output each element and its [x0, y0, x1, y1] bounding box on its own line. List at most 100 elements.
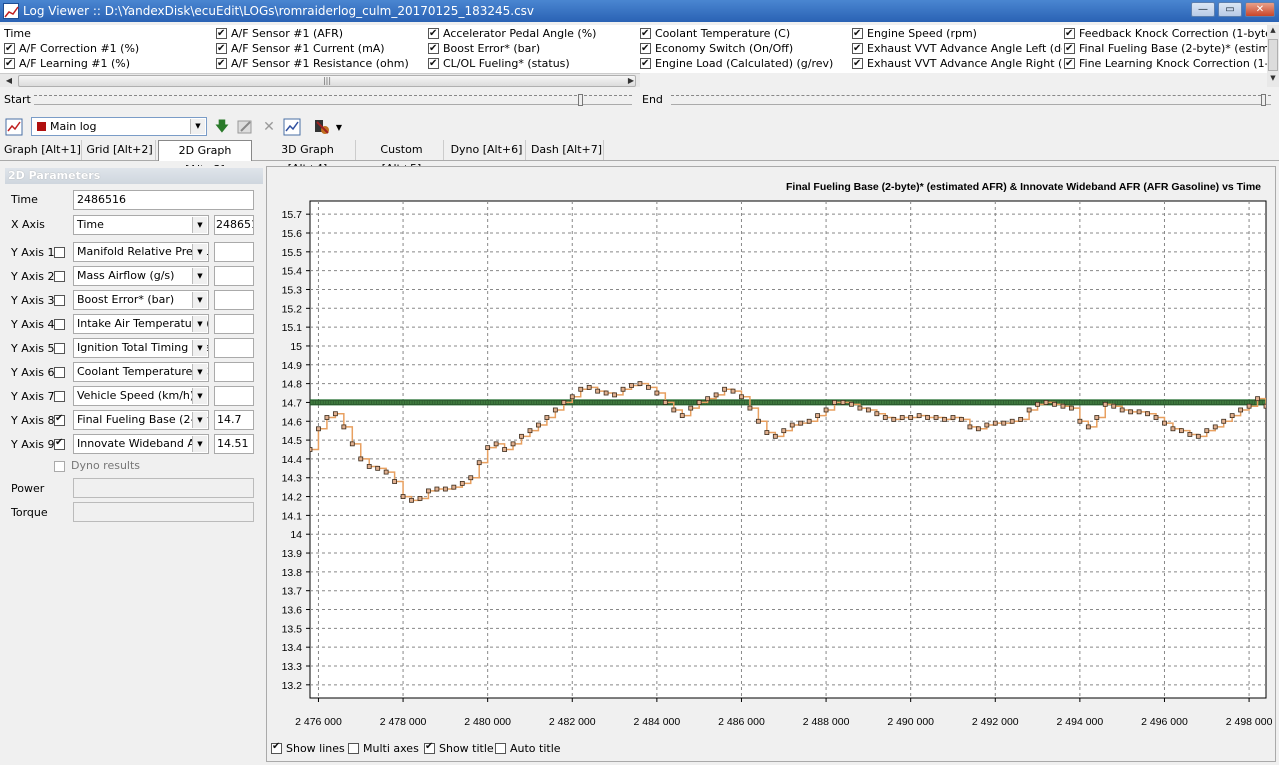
vertical-scroll-thumb[interactable] — [1268, 39, 1278, 71]
download-arrow-icon[interactable]: 🡇 — [213, 118, 231, 136]
option-show-title[interactable]: Show title — [424, 741, 494, 755]
param-engine-speed-rpm[interactable]: Engine Speed (rpm) — [852, 26, 1062, 41]
param-final-fueling-base-2-byte-estimated-af[interactable]: Final Fueling Base (2-byte)* (estimated … — [1064, 41, 1274, 56]
option-checkbox[interactable] — [271, 741, 282, 754]
start-slider[interactable] — [34, 94, 632, 106]
param-accelerator-pedal-angle[interactable]: Accelerator Pedal Angle (%) — [428, 26, 638, 41]
y-axis-checkbox[interactable] — [54, 247, 65, 258]
y-axis-value-field[interactable] — [214, 362, 254, 382]
y-axis-value-field[interactable] — [214, 386, 254, 406]
y-axis-value-field[interactable] — [214, 314, 254, 334]
y-axis-param-select[interactable]: Final Fueling Base (2-byt ▼ — [73, 410, 209, 430]
param-checkbox[interactable] — [216, 56, 227, 71]
scroll-down-arrow-icon[interactable]: ▼ — [1267, 74, 1279, 86]
x-axis-value-field[interactable]: 248651 — [214, 215, 254, 235]
param-checkbox[interactable] — [4, 41, 15, 56]
scroll-up-arrow-icon[interactable]: ▲ — [1267, 26, 1279, 38]
y-axis-param-select[interactable]: Boost Error* (bar) ▼ — [73, 290, 209, 310]
parameter-list-vertical-scrollbar[interactable]: ▲ ▼ — [1267, 25, 1279, 87]
param-cl-ol-fueling-status[interactable]: CL/OL Fueling* (status) — [428, 56, 638, 71]
param-checkbox[interactable] — [852, 26, 863, 41]
y-axis-value-field[interactable] — [214, 242, 254, 262]
add-chart-icon[interactable] — [283, 118, 301, 136]
chevron-down-icon[interactable]: ▼ — [192, 412, 207, 428]
x-axis-select[interactable]: Time ▼ — [73, 215, 209, 235]
param-a-f-sensor-1-afr[interactable]: A/F Sensor #1 (AFR) — [216, 26, 426, 41]
scroll-thumb[interactable]: ||| — [18, 75, 636, 87]
tab-dash-alt-7[interactable]: Dash [Alt+7] — [530, 140, 604, 160]
tab-grid-alt-2[interactable]: Grid [Alt+2] — [84, 140, 156, 160]
param-a-f-learning-1[interactable]: A/F Learning #1 (%) — [4, 56, 214, 71]
param-checkbox[interactable] — [1064, 26, 1075, 41]
y-axis-value-field[interactable]: 14.7 — [214, 410, 254, 430]
param-checkbox[interactable] — [852, 56, 863, 71]
delete-icon[interactable]: ✕ — [260, 118, 278, 136]
param-checkbox[interactable] — [1064, 41, 1075, 56]
param-checkbox[interactable] — [640, 41, 651, 56]
param-checkbox[interactable] — [428, 26, 439, 41]
param-exhaust-vvt-advance-angle-left-degree[interactable]: Exhaust VVT Advance Angle Left (degree — [852, 41, 1062, 56]
end-slider-knob[interactable] — [1261, 94, 1266, 106]
option-auto-title[interactable]: Auto title — [495, 742, 561, 755]
y-axis-value-field[interactable] — [214, 338, 254, 358]
y-axis-param-select[interactable]: Innovate Wideband AFF ▼ — [73, 434, 209, 454]
option-checkbox[interactable] — [348, 743, 359, 754]
param-fine-learning-knock-correction-1-byte[interactable]: Fine Learning Knock Correction (1-byte)* — [1064, 56, 1274, 71]
scroll-right-arrow-icon[interactable]: ▶ — [624, 74, 638, 88]
log-select[interactable]: Main log ▼ — [31, 117, 207, 136]
chevron-down-icon[interactable]: ▼ — [192, 436, 207, 452]
param-a-f-correction-1[interactable]: A/F Correction #1 (%) — [4, 41, 214, 56]
y-axis-param-select[interactable]: Manifold Relative Pressu ▼ — [73, 242, 209, 262]
param-checkbox[interactable] — [1064, 56, 1075, 71]
scroll-left-arrow-icon[interactable]: ◀ — [2, 74, 16, 88]
y-axis-value-field[interactable] — [214, 290, 254, 310]
maximize-button[interactable]: ▭ — [1218, 2, 1242, 17]
chevron-down-icon[interactable]: ▼ — [190, 119, 205, 134]
param-a-f-sensor-1-resistance-ohm[interactable]: A/F Sensor #1 Resistance (ohm) — [216, 56, 426, 71]
param-exhaust-vvt-advance-angle-right-degre[interactable]: Exhaust VVT Advance Angle Right (degre — [852, 56, 1062, 71]
chevron-down-icon[interactable]: ▼ — [192, 340, 207, 356]
start-slider-knob[interactable] — [578, 94, 583, 106]
param-checkbox[interactable] — [216, 26, 227, 41]
param-boost-error-bar[interactable]: Boost Error* (bar) — [428, 41, 638, 56]
end-slider[interactable] — [671, 94, 1271, 106]
param-a-f-sensor-1-current-ma[interactable]: A/F Sensor #1 Current (mA) — [216, 41, 426, 56]
y-axis-value-field[interactable] — [214, 266, 254, 286]
tab-3d-graph-alt-4[interactable]: 3D Graph [Alt+4] — [260, 140, 356, 175]
parameter-list-horizontal-scrollbar[interactable]: ◀ ||| ▶ — [0, 73, 640, 87]
y-axis-param-select[interactable]: Ignition Total Timing (de ▼ — [73, 338, 209, 358]
chevron-down-icon[interactable]: ▼ — [192, 316, 207, 332]
dyno-results-checkbox[interactable] — [54, 461, 65, 472]
y-axis-checkbox[interactable] — [54, 413, 65, 426]
y-axis-param-select[interactable]: Vehicle Speed (km/h) ▼ — [73, 386, 209, 406]
param-checkbox[interactable] — [4, 56, 15, 71]
y-axis-checkbox[interactable] — [54, 391, 65, 402]
chevron-down-icon[interactable]: ▼ — [192, 217, 207, 233]
tools-dropdown-icon[interactable]: ▼ — [334, 119, 344, 137]
chevron-down-icon[interactable]: ▼ — [192, 268, 207, 284]
y-axis-param-select[interactable]: Coolant Temperature (C ▼ — [73, 362, 209, 382]
tab-2d-graph-alt-3[interactable]: 2D Graph [Alt+3] — [158, 140, 252, 176]
y-axis-checkbox[interactable] — [54, 271, 65, 282]
chart-settings-icon[interactable] — [5, 118, 23, 136]
time-value-field[interactable]: 2486516 — [73, 190, 254, 210]
param-feedback-knock-correction-1-byte-de[interactable]: Feedback Knock Correction (1-byte)** (de — [1064, 26, 1274, 41]
option-multi-axes[interactable]: Multi axes — [348, 742, 419, 755]
y-axis-checkbox[interactable] — [54, 437, 65, 450]
minimize-button[interactable]: — — [1191, 2, 1215, 17]
param-coolant-temperature-c[interactable]: Coolant Temperature (C) — [640, 26, 850, 41]
param-checkbox[interactable] — [428, 56, 439, 71]
chevron-down-icon[interactable]: ▼ — [192, 292, 207, 308]
y-axis-param-select[interactable]: Intake Air Temperature (▼ — [73, 314, 209, 334]
param-checkbox[interactable] — [640, 26, 651, 41]
chevron-down-icon[interactable]: ▼ — [192, 244, 207, 260]
tools-icon[interactable] — [313, 118, 331, 136]
y-axis-checkbox[interactable] — [54, 367, 65, 378]
param-time[interactable]: Time — [4, 26, 214, 41]
chevron-down-icon[interactable]: ▼ — [192, 364, 207, 380]
chevron-down-icon[interactable]: ▼ — [192, 388, 207, 404]
param-engine-load-calculated-g-rev[interactable]: Engine Load (Calculated) (g/rev) — [640, 56, 850, 71]
option-checkbox[interactable] — [424, 741, 435, 754]
option-checkbox[interactable] — [495, 743, 506, 754]
param-checkbox[interactable] — [640, 56, 651, 71]
